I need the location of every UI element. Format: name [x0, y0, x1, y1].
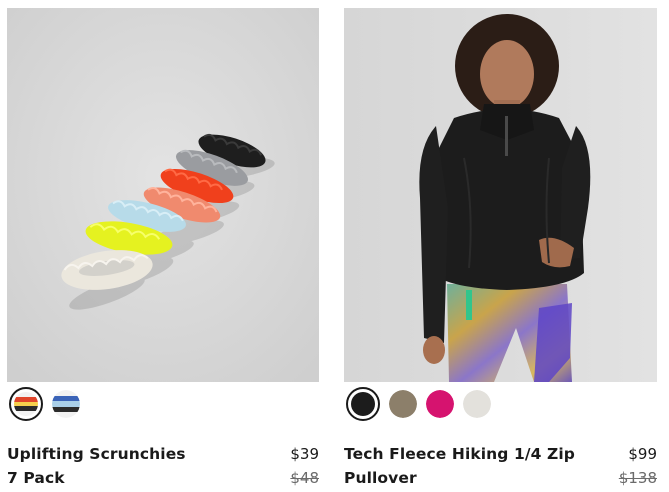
swatch-multi-warm-stripe[interactable]	[9, 387, 43, 421]
swatch-magenta-fill	[426, 390, 454, 418]
sale-price: $99	[628, 445, 657, 463]
swatch-magenta[interactable]	[426, 390, 454, 418]
swatch-black[interactable]	[346, 387, 380, 421]
color-swatches	[9, 387, 319, 421]
product-name-line2: 7 Pack	[7, 469, 65, 487]
product-card-pullover[interactable]: Tech Fleece Hiking 1/4 Zip Pullover $99 …	[344, 8, 657, 490]
model-black-pullover-image[interactable]	[344, 8, 657, 382]
product-info: Tech Fleece Hiking 1/4 Zip Pullover $99 …	[344, 442, 657, 490]
swatch-taupe[interactable]	[389, 390, 417, 418]
product-name-line2: Pullover	[344, 469, 417, 487]
swatch-multi-cool-stripe[interactable]	[52, 390, 80, 418]
swatch-light-grey[interactable]	[463, 390, 491, 418]
swatch-black-fill	[351, 392, 375, 416]
product-card-scrunchies[interactable]: Uplifting Scrunchies 7 Pack $39 $48	[7, 8, 319, 490]
product-prices: $99 $138	[619, 442, 657, 490]
product-name[interactable]: Tech Fleece Hiking 1/4 Zip Pullover	[344, 442, 575, 490]
product-name-line1: Tech Fleece Hiking 1/4 Zip	[344, 445, 575, 463]
swatch-multi-cool-stripe-fill	[52, 390, 80, 418]
product-name[interactable]: Uplifting Scrunchies 7 Pack	[7, 442, 186, 490]
swatch-multi-warm-stripe-fill	[14, 392, 38, 416]
scrunchies-pack-image[interactable]	[7, 8, 319, 382]
product-info: Uplifting Scrunchies 7 Pack $39 $48	[7, 442, 319, 490]
swatch-taupe-fill	[389, 390, 417, 418]
product-name-line1: Uplifting Scrunchies	[7, 445, 186, 463]
sale-price: $39	[290, 445, 319, 463]
swatch-light-grey-fill	[463, 390, 491, 418]
color-swatches	[346, 387, 657, 421]
original-price: $48	[290, 469, 319, 487]
original-price: $138	[618, 469, 657, 487]
product-prices: $39 $48	[290, 442, 319, 490]
